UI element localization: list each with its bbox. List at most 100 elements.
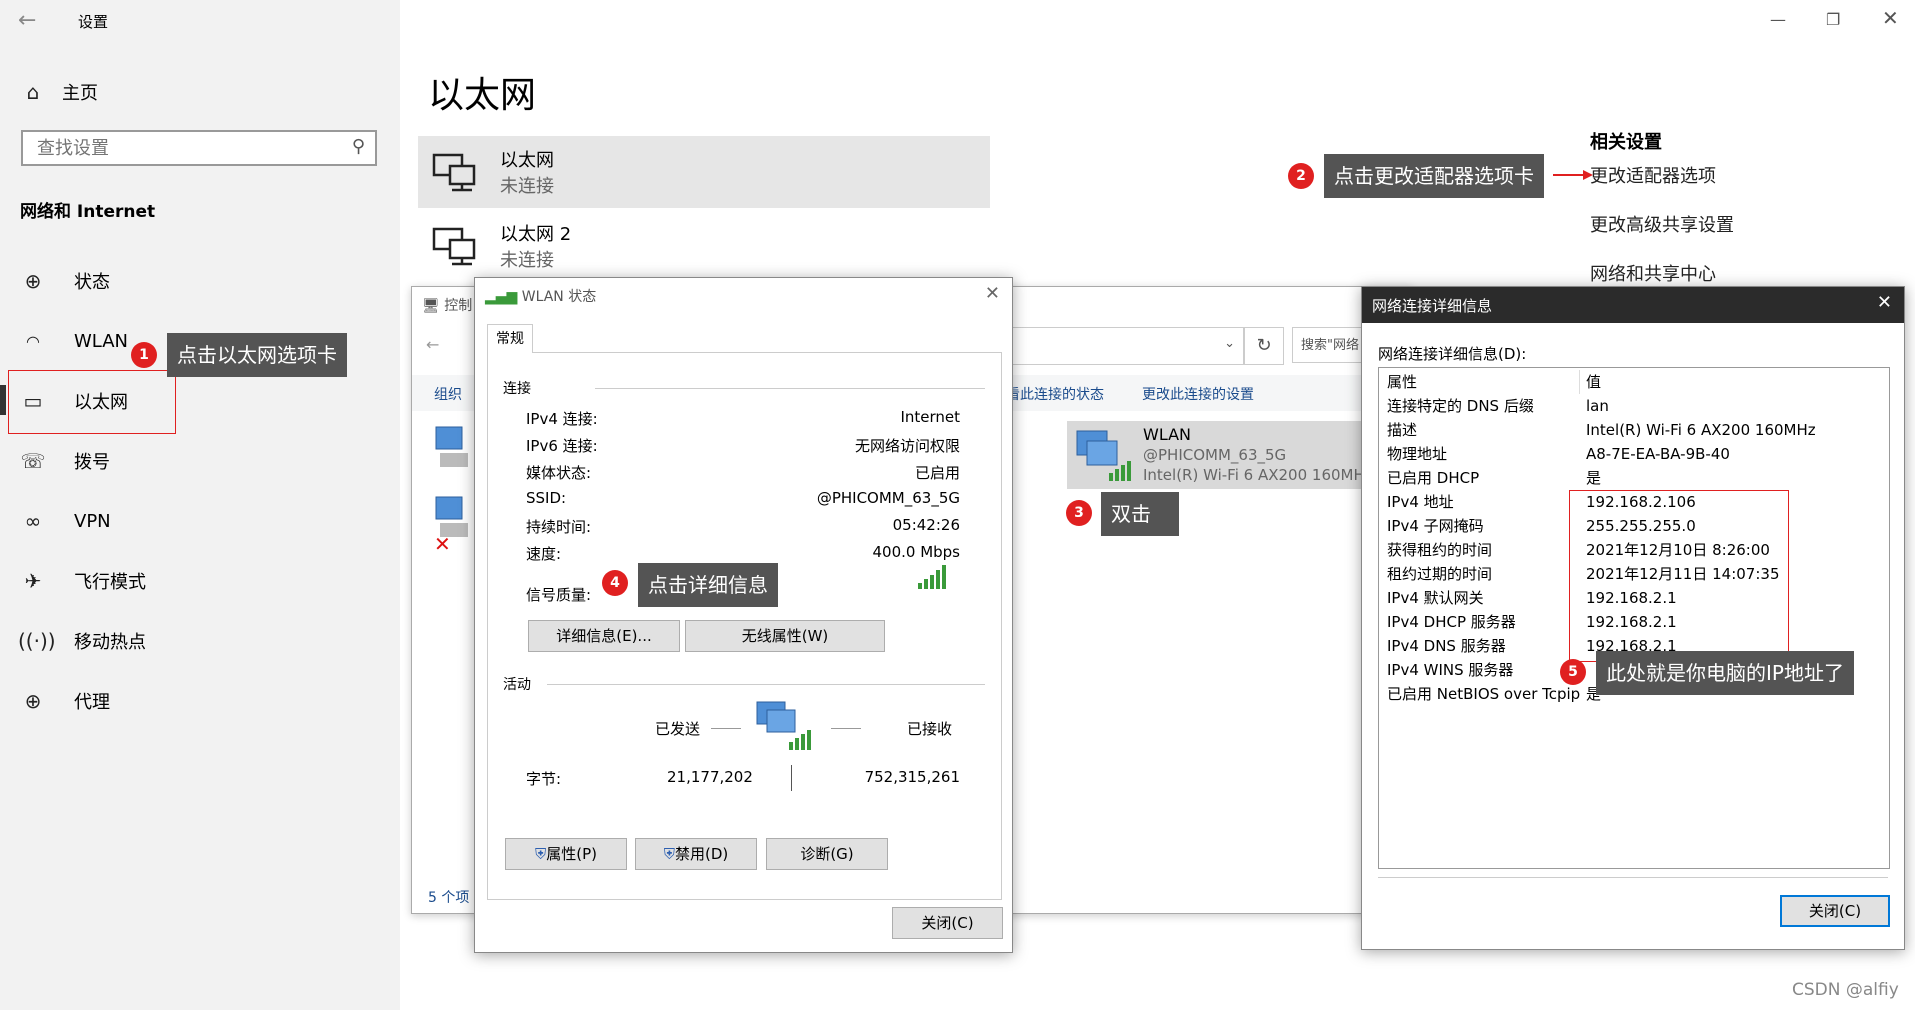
- nav-item-proxy[interactable]: ⊕ 代理: [18, 681, 110, 721]
- tab-general[interactable]: 常规: [487, 324, 533, 353]
- annotation-badge: 5: [1560, 659, 1586, 685]
- bytes-received: 752,315,261: [864, 768, 960, 786]
- arrow-icon: [1553, 170, 1593, 180]
- shield-icon: ⛨: [534, 845, 547, 863]
- detail-key: 获得租约的时间: [1387, 541, 1493, 559]
- view-status-action[interactable]: 看此连接的状态: [1006, 384, 1104, 404]
- organize-menu[interactable]: 组织: [434, 384, 462, 404]
- nav-home-label: 主页: [62, 83, 98, 104]
- wlan-ssid: @PHICOMM_63_5G: [1143, 446, 1287, 464]
- divider: [1579, 370, 1580, 394]
- address-bar[interactable]: ⌄: [1012, 327, 1244, 365]
- network-adapter-icon[interactable]: ✕: [434, 495, 470, 555]
- row-value: Internet: [900, 408, 960, 426]
- divider: [547, 684, 985, 685]
- detail-key: IPv4 DHCP 服务器: [1387, 613, 1516, 631]
- signal-quality-label: 信号质量:: [526, 586, 592, 604]
- diagnose-button[interactable]: 诊断(G): [766, 838, 888, 870]
- minimize-icon[interactable]: —: [1770, 10, 1786, 29]
- back-icon[interactable]: ←: [426, 335, 439, 354]
- globe-icon: ⊕: [24, 269, 42, 293]
- network-activity-icon: [756, 701, 811, 750]
- refresh-icon[interactable]: ↻: [1244, 327, 1284, 365]
- detail-key: IPv4 默认网关: [1387, 589, 1484, 607]
- row-label: SSID:: [526, 489, 567, 507]
- detail-key: 物理地址: [1387, 445, 1448, 463]
- chevron-down-icon[interactable]: ⌄: [1224, 336, 1235, 351]
- adapter-name: 以太网 2: [500, 224, 572, 245]
- link-advanced-sharing[interactable]: 更改高级共享设置: [1590, 211, 1734, 237]
- nav-home[interactable]: ⌂ 主页: [18, 72, 98, 112]
- wlan-close-button[interactable]: 关闭(C): [892, 907, 1003, 939]
- search-input[interactable]: [35, 132, 339, 164]
- annotation-badge: 2: [1288, 163, 1314, 189]
- annotation-callout: 点击以太网选项卡: [167, 333, 347, 377]
- details-button[interactable]: 详细信息(E)...: [528, 620, 680, 652]
- detail-key: 描述: [1387, 421, 1418, 439]
- back-arrow-icon[interactable]: ←: [18, 8, 36, 33]
- nav-item-status[interactable]: ⊕ 状态: [18, 261, 110, 301]
- row-value: 无网络访问权限: [854, 437, 960, 455]
- divider: [831, 728, 861, 729]
- detail-key: IPv4 地址: [1387, 493, 1454, 511]
- disable-button[interactable]: ⛨禁用(D): [635, 838, 757, 870]
- airplane-icon: ✈: [24, 569, 42, 593]
- nav-item-vpn[interactable]: ∞ VPN: [18, 501, 111, 541]
- link-change-adapter-options[interactable]: 更改适配器选项: [1590, 162, 1716, 188]
- details-close-button[interactable]: 关闭(C): [1780, 895, 1890, 927]
- wireless-properties-button[interactable]: 无线属性(W): [685, 620, 885, 652]
- properties-button[interactable]: ⛨属性(P): [505, 838, 627, 870]
- maximize-icon[interactable]: ❐: [1826, 10, 1840, 29]
- bytes-sent: 21,177,202: [667, 768, 753, 786]
- adapter-card-ethernet-2[interactable]: 以太网 2 未连接: [418, 210, 990, 282]
- network-adapter-icon[interactable]: [434, 425, 470, 475]
- settings-search[interactable]: ⚲: [21, 130, 377, 166]
- divider: [711, 728, 741, 729]
- row-label: 媒体状态:: [526, 464, 592, 482]
- nav-item-wlan[interactable]: ◠ WLAN: [18, 321, 128, 361]
- divider: [595, 388, 985, 389]
- annotation-badge: 3: [1066, 500, 1092, 526]
- search-icon[interactable]: ⚲: [352, 136, 365, 157]
- ip-highlight-box: [1569, 490, 1789, 662]
- row-value: @PHICOMM_63_5G: [816, 489, 960, 507]
- nav-item-airplane[interactable]: ✈ 飞行模式: [18, 561, 146, 601]
- dialog-title: ▂▄▆ WLAN 状态: [485, 286, 596, 306]
- nav-label: 飞行模式: [74, 572, 146, 593]
- row-label: 持续时间:: [526, 518, 592, 536]
- nav-item-dialup[interactable]: ☏ 拨号: [18, 441, 110, 481]
- related-settings-heading: 相关设置: [1590, 132, 1662, 153]
- activity-heading: 活动: [503, 677, 531, 693]
- app-title: 设置: [78, 13, 109, 31]
- highlight-box: [8, 370, 176, 434]
- bytes-label: 字节:: [526, 770, 562, 788]
- dialup-icon: ☏: [20, 449, 46, 473]
- detail-key: 租约过期的时间: [1387, 565, 1493, 583]
- close-icon[interactable]: ✕: [1882, 6, 1899, 30]
- details-list[interactable]: 属性 值 连接特定的 DNS 后缀 lan 描述 Intel(R) Wi-Fi …: [1378, 367, 1890, 869]
- detail-key: IPv4 DNS 服务器: [1387, 637, 1506, 655]
- wlan-adapter-item[interactable]: WLAN @PHICOMM_63_5G Intel(R) Wi-Fi 6 AX2…: [1067, 421, 1373, 489]
- annotation-badge: 4: [602, 570, 628, 596]
- disable-button-label: 禁用(D): [675, 845, 729, 863]
- change-settings-action[interactable]: 更改此连接的设置: [1142, 384, 1254, 404]
- watermark: CSDN @alfiy: [1792, 980, 1899, 1000]
- close-icon[interactable]: ✕: [985, 283, 1000, 304]
- link-network-sharing-center[interactable]: 网络和共享中心: [1590, 260, 1716, 286]
- adapter-card-ethernet[interactable]: 以太网 未连接: [418, 136, 990, 208]
- globe-icon: ⊕: [24, 689, 42, 713]
- control-panel-icon: 🖥: [422, 298, 440, 314]
- detail-key: 已启用 DHCP: [1387, 469, 1480, 487]
- dialog-title-text: WLAN 状态: [521, 289, 597, 305]
- nav-item-hotspot[interactable]: ((·)) 移动热点: [18, 621, 146, 661]
- annotation-callout: 双击: [1101, 492, 1179, 536]
- wifi-icon: ◠: [26, 331, 40, 351]
- nav-label: 代理: [74, 692, 110, 713]
- connection-heading: 连接: [503, 381, 531, 397]
- wlan-adapter-icon: [1076, 430, 1131, 481]
- adapter-status: 未连接: [500, 176, 554, 197]
- row-value: 400.0 Mbps: [872, 543, 960, 561]
- close-icon[interactable]: ✕: [1877, 292, 1892, 313]
- section-heading: 网络和 Internet: [20, 202, 156, 222]
- details-list-label: 网络连接详细信息(D):: [1378, 345, 1527, 363]
